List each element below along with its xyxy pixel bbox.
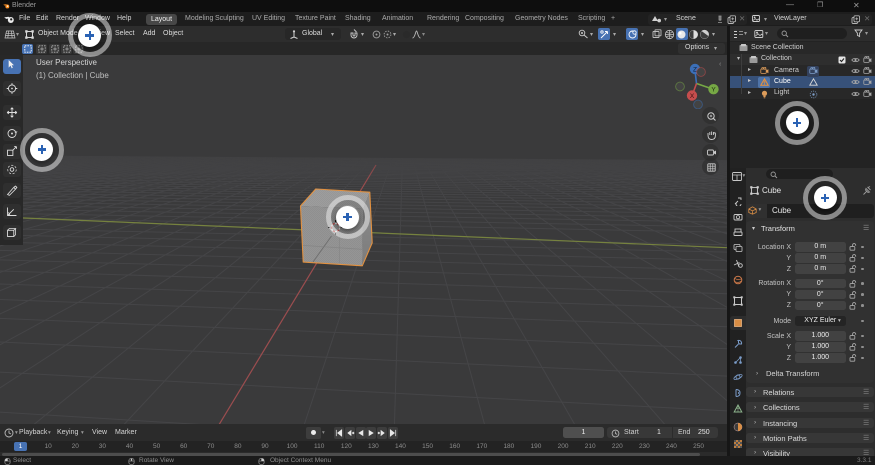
svg-text:Y: Y	[711, 87, 716, 94]
svg-text:X: X	[690, 93, 695, 100]
